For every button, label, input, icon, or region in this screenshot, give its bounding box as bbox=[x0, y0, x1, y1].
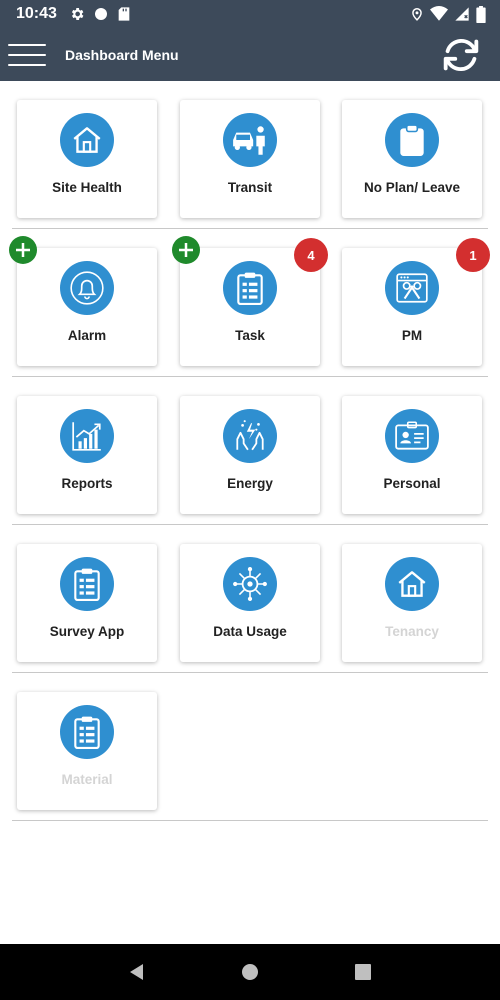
tile-transit[interactable]: Transit bbox=[180, 100, 320, 218]
tile-label: Material bbox=[61, 772, 113, 787]
plus-icon bbox=[179, 243, 193, 257]
tile-label: Task bbox=[235, 328, 265, 343]
tile-task[interactable]: 4 Task bbox=[172, 236, 328, 366]
tile-tenancy[interactable]: Tenancy bbox=[342, 544, 482, 662]
add-alarm-button[interactable] bbox=[9, 236, 37, 264]
home-circle-icon[interactable] bbox=[230, 952, 270, 992]
pm-count-badge: 1 bbox=[456, 238, 490, 272]
tile-label: PM bbox=[401, 328, 423, 343]
tile-label: Personal bbox=[383, 476, 441, 491]
system-nav-bar bbox=[0, 944, 500, 1000]
tile-energy[interactable]: Energy bbox=[180, 396, 320, 514]
location-icon bbox=[412, 8, 422, 21]
house-icon bbox=[60, 113, 114, 167]
house-icon bbox=[385, 557, 439, 611]
maintenance-tools-icon bbox=[385, 261, 439, 315]
recents-square-icon[interactable] bbox=[343, 952, 383, 992]
car-person-icon bbox=[223, 113, 277, 167]
gear-icon bbox=[71, 8, 84, 20]
sd-card-icon bbox=[118, 7, 130, 21]
tile-label: Alarm bbox=[67, 328, 107, 343]
tile-pm[interactable]: 1 PM bbox=[342, 238, 490, 366]
tile-label: Reports bbox=[61, 476, 113, 491]
dashboard-grid: Site Health Transit No Plan/ Leave Alarm bbox=[0, 81, 500, 821]
hands-energy-icon bbox=[223, 409, 277, 463]
plus-icon bbox=[16, 243, 30, 257]
survey-clipboard-icon bbox=[60, 557, 114, 611]
tile-alarm[interactable]: Alarm bbox=[9, 236, 157, 366]
add-task-button[interactable] bbox=[172, 236, 200, 264]
tile-material[interactable]: Material bbox=[17, 692, 157, 810]
bell-icon bbox=[60, 261, 114, 315]
battery-icon bbox=[476, 5, 486, 23]
tile-data-usage[interactable]: Data Usage bbox=[180, 544, 320, 662]
tile-row: Site Health Transit No Plan/ Leave bbox=[0, 81, 500, 229]
page-title: Dashboard Menu bbox=[65, 46, 179, 63]
task-list-icon bbox=[223, 261, 277, 315]
app-bar: Dashboard Menu bbox=[0, 28, 500, 81]
hamburger-menu-icon[interactable] bbox=[8, 43, 46, 66]
tile-reports[interactable]: Reports bbox=[17, 396, 157, 514]
tile-personal[interactable]: Personal bbox=[342, 396, 482, 514]
growth-chart-icon bbox=[60, 409, 114, 463]
tile-label: Tenancy bbox=[385, 624, 439, 639]
tile-label: Transit bbox=[227, 180, 273, 195]
tile-label: No Plan/ Leave bbox=[363, 180, 461, 195]
tile-row: Alarm 4 Task 1 PM bbox=[0, 229, 500, 377]
tile-site-health[interactable]: Site Health bbox=[17, 100, 157, 218]
data-network-icon bbox=[223, 557, 277, 611]
back-triangle-icon[interactable] bbox=[117, 952, 157, 992]
task-count-badge: 4 bbox=[294, 238, 328, 272]
status-time: 10:43 bbox=[16, 5, 57, 22]
tile-survey-app[interactable]: Survey App bbox=[17, 544, 157, 662]
status-bar: 10:43 bbox=[0, 0, 500, 28]
id-card-icon bbox=[385, 409, 439, 463]
wifi-icon bbox=[430, 6, 448, 21]
tile-no-plan-leave[interactable]: No Plan/ Leave bbox=[342, 100, 482, 218]
tile-label: Site Health bbox=[52, 180, 122, 195]
tile-row: Material bbox=[0, 673, 500, 821]
sync-icon[interactable] bbox=[438, 32, 484, 78]
clipboard-icon bbox=[385, 113, 439, 167]
tile-label: Energy bbox=[227, 476, 273, 491]
tile-row: Reports Energy Personal bbox=[0, 377, 500, 525]
circle-icon bbox=[94, 8, 107, 20]
tile-label: Survey App bbox=[49, 624, 125, 639]
tile-label: Data Usage bbox=[213, 624, 287, 639]
tile-row: Survey App Data Usage Tenancy bbox=[0, 525, 500, 673]
signal-icon bbox=[455, 7, 469, 21]
material-clipboard-icon bbox=[60, 705, 114, 759]
